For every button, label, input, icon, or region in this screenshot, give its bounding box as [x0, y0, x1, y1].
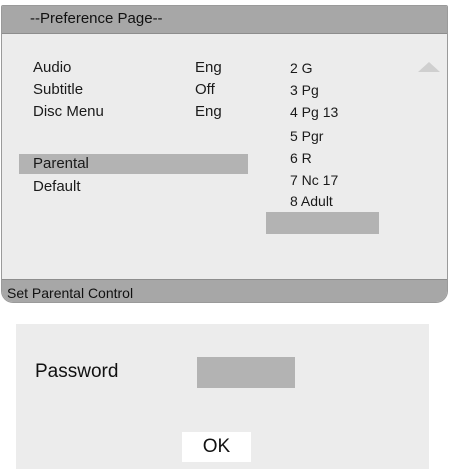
ok-button[interactable]: OK	[182, 432, 251, 462]
rating-highlight	[266, 212, 379, 234]
menu-body: Audio Eng Subtitle Off Disc Menu Eng Par…	[2, 34, 447, 279]
password-label: Password	[35, 361, 119, 382]
menu-title-bar: --Preference Page--	[2, 6, 447, 34]
rating-option[interactable]: 2 G	[290, 59, 313, 77]
rating-option[interactable]: 5 Pgr	[290, 127, 323, 145]
rating-option[interactable]: 4 Pg 13	[290, 103, 338, 121]
rating-option[interactable]: 3 Pg	[290, 81, 319, 99]
password-dialog: Password OK	[16, 324, 429, 469]
preference-menu: --Preference Page-- Audio Eng Subtitle O…	[1, 5, 448, 303]
disc-menu-value: Eng	[195, 103, 222, 120]
status-bar: Set Parental Control	[2, 279, 447, 302]
rating-option[interactable]: 6 R	[290, 149, 312, 167]
up-triangle-icon[interactable]	[418, 62, 440, 72]
rating-option-selected[interactable]: 8 Adult	[290, 192, 333, 210]
menu-item-parental[interactable]: Parental	[33, 155, 89, 173]
subtitle-value: Off	[195, 81, 215, 98]
menu-item-default[interactable]: Default	[33, 178, 81, 196]
menu-item-audio[interactable]: Audio	[33, 59, 71, 77]
password-input[interactable]	[197, 357, 295, 388]
menu-item-disc-menu[interactable]: Disc Menu	[33, 103, 104, 121]
menu-title: --Preference Page--	[30, 10, 163, 27]
rating-option[interactable]: 7 Nc 17	[290, 171, 338, 189]
menu-item-subtitle[interactable]: Subtitle	[33, 81, 83, 99]
status-text: Set Parental Control	[7, 285, 134, 301]
audio-value: Eng	[195, 59, 222, 76]
